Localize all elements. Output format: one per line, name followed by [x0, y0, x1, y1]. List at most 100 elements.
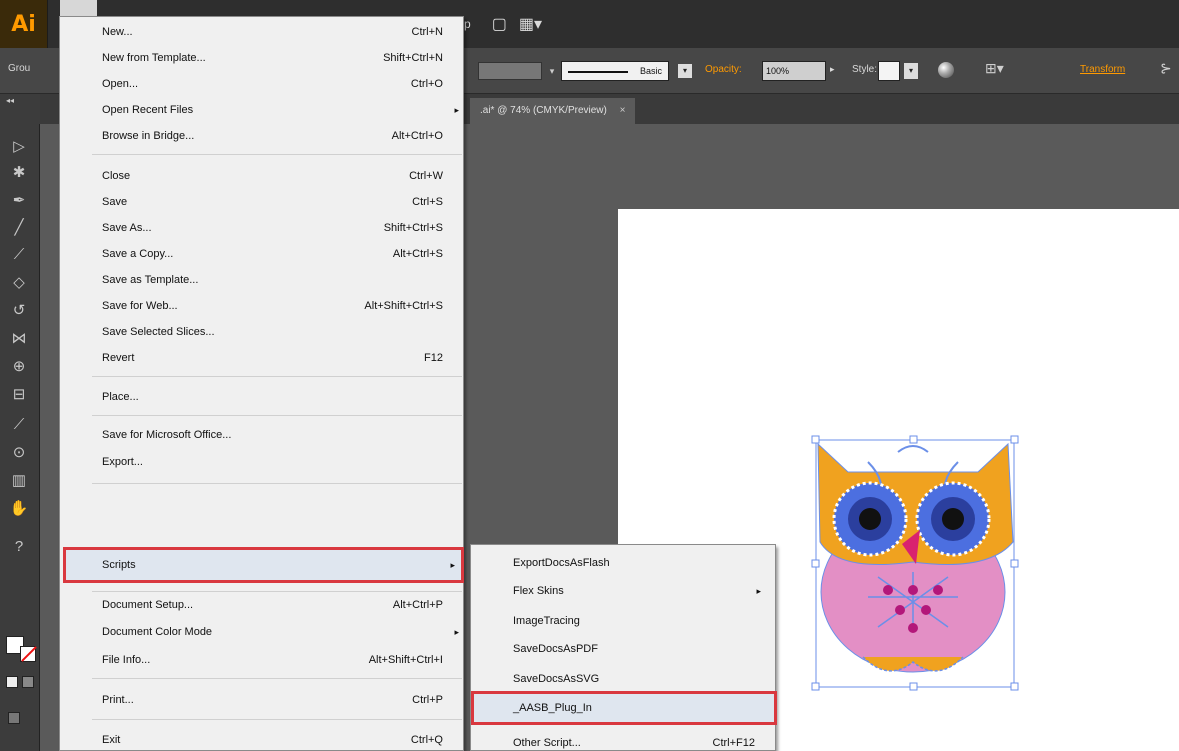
width-tool-icon[interactable]: ⋈ [8, 328, 30, 350]
menu-item-label: Save a Copy... [102, 248, 174, 260]
chevron-down-icon[interactable]: ▾ [904, 63, 918, 79]
align-icon[interactable]: ⊞▾ [985, 60, 1004, 77]
rotate-tool-icon[interactable]: ↺ [8, 300, 30, 322]
chevron-down-icon[interactable]: ▾ [546, 62, 558, 80]
menu-item-open-recent-files[interactable]: Open Recent Files ▸ [60, 98, 463, 122]
menu-item-label: Flex Skins [513, 585, 564, 597]
menu-item-label: SaveDocsAsSVG [513, 673, 600, 685]
scripts-submenu: ExportDocsAsFlash Flex Skins ▸ ImageTrac… [470, 544, 777, 751]
symbol-sprayer-tool-icon[interactable]: ⊙ [8, 442, 30, 464]
menu-item-shortcut: Shift+Ctrl+N [383, 52, 443, 64]
menu-item-label: Open... [102, 78, 139, 90]
opacity-field[interactable]: 100% [762, 61, 826, 81]
shape-builder-tool-icon[interactable]: ⊕ [8, 356, 30, 378]
menu-item-save[interactable]: Save Ctrl+S [60, 190, 463, 214]
hand-tool-icon[interactable]: ✋ [8, 498, 30, 520]
menu-item-save-as[interactable]: Save As... Shift+Ctrl+S [60, 216, 463, 240]
menu-item-shortcut: Alt+Ctrl+O [391, 130, 443, 142]
collapse-icon[interactable]: ◂◂ [6, 96, 14, 105]
menu-item-label: New from Template... [102, 52, 206, 64]
menu-item-print[interactable]: Print... Ctrl+P [60, 688, 463, 712]
selection-tool-icon[interactable]: ▷ [8, 136, 30, 158]
menu-separator [92, 483, 462, 484]
style-label: Style: [852, 64, 878, 75]
menu-item-label: New... [102, 26, 133, 38]
menu-item-save-a-copy[interactable]: Save a Copy... Alt+Ctrl+S [60, 242, 463, 266]
menu-item-revert[interactable]: Revert F12 [60, 346, 463, 370]
eyedropper-tool-icon[interactable]: ⟋ [8, 414, 30, 436]
menu-item-label: Document Setup... [102, 599, 194, 611]
document-tab[interactable]: .ai* @ 74% (CMYK/Preview) × [470, 98, 636, 124]
menu-item-place[interactable]: Place... [60, 385, 463, 409]
help-icon[interactable]: ? [8, 536, 30, 558]
magic-wand-tool-icon[interactable]: ✱ [8, 162, 30, 184]
menu-separator [92, 719, 462, 720]
submenu-arrow-icon: ▸ [450, 560, 455, 570]
script-save-docs-as-svg[interactable]: SaveDocsAsSVG [471, 665, 775, 693]
brush-name: Basic [639, 66, 662, 76]
document-title: .ai* @ 74% (CMYK/Preview) [480, 105, 607, 116]
script-other-script[interactable]: Other Script... Ctrl+F12 [471, 729, 775, 751]
menu-item-file-info[interactable]: File Info... Alt+Shift+Ctrl+I [60, 648, 463, 672]
default-fill-stroke-icon[interactable] [6, 676, 18, 688]
workspace-switcher-icon[interactable]: ▦▾ [519, 14, 542, 34]
menu-item-label: Open Recent Files [102, 104, 194, 116]
menu-item-label: Close [102, 170, 131, 182]
menu-item-save-as-template[interactable]: Save as Template... [60, 268, 463, 292]
menu-item-shortcut: Alt+Shift+Ctrl+I [368, 654, 443, 666]
menu-item-close[interactable]: Close Ctrl+W [60, 164, 463, 188]
menu-item-save-for-web[interactable]: Save for Web... Alt+Shift+Ctrl+S [60, 294, 463, 318]
paintbrush-tool-icon[interactable]: ⟋ [8, 244, 30, 266]
owl-artwork[interactable] [808, 432, 1022, 694]
menu-item-label: ImageTracing [513, 615, 580, 627]
eraser-tool-icon[interactable]: ◇ [8, 272, 30, 294]
script-save-docs-as-pdf[interactable]: SaveDocsAsPDF [471, 635, 775, 663]
script-flex-skins[interactable]: Flex Skins ▸ [471, 577, 775, 605]
menu-item-label: ExportDocsAsFlash [513, 557, 610, 569]
graphic-style-swatch[interactable] [878, 61, 900, 81]
menu-item-browse-in-bridge[interactable]: Browse in Bridge... Alt+Ctrl+O [60, 124, 463, 148]
script-export-docs-as-flash[interactable]: ExportDocsAsFlash [471, 549, 775, 577]
script-aasb-plug-in[interactable]: _AASB_Plug_In [471, 694, 775, 722]
more-options-icon[interactable]: ⊱ [1160, 60, 1172, 77]
stroke-swatch[interactable] [20, 646, 36, 662]
menu-item-label: Place... [102, 391, 139, 403]
menu-item-shortcut: Ctrl+W [409, 170, 443, 182]
menu-item-new[interactable]: New... Ctrl+N [60, 20, 463, 44]
menu-item-label: Exit [102, 734, 121, 746]
menu-item-scripts[interactable]: Scripts ▸ [60, 553, 463, 577]
menu-separator [92, 678, 462, 679]
close-icon[interactable]: × [620, 105, 626, 116]
menu-item-save-for-microsoft-office[interactable]: Save for Microsoft Office... [60, 423, 463, 447]
recolor-artwork-icon[interactable] [938, 62, 954, 78]
menu-item-label: Save [102, 196, 128, 208]
stroke-preview [568, 71, 628, 73]
chevron-down-icon[interactable]: ▾ [678, 64, 692, 78]
menu-item-save-selected-slices[interactable]: Save Selected Slices... [60, 320, 463, 344]
menu-item-shortcut: Ctrl+N [411, 26, 443, 38]
menu-item-label: Other Script... [513, 737, 581, 749]
menu-item-shortcut: Alt+Ctrl+P [392, 599, 443, 611]
menu-item-open[interactable]: Open... Ctrl+O [60, 72, 463, 96]
chevron-right-icon[interactable]: ▸ [830, 64, 835, 75]
menu-item-document-setup[interactable]: Document Setup... Alt+Ctrl+P [60, 593, 463, 617]
menu-item-label: Save As... [102, 222, 152, 234]
pen-tool-icon[interactable]: ✒ [8, 190, 30, 212]
line-tool-icon[interactable]: ╱ [8, 217, 30, 239]
arrange-documents-icon[interactable]: ▢ [492, 14, 507, 34]
swap-fill-stroke-icon[interactable] [22, 676, 34, 688]
perspective-grid-tool-icon[interactable]: ⊟ [8, 384, 30, 406]
transform-link[interactable]: Transform [1080, 64, 1125, 75]
opacity-label[interactable]: Opacity: [705, 64, 742, 75]
menu-item-new-from-template[interactable]: New from Template... Shift+Ctrl+N [60, 46, 463, 70]
menu-item-label: Document Color Mode [102, 626, 213, 638]
menu-item-document-color-mode[interactable]: Document Color Mode ▸ [60, 620, 463, 644]
menu-item-label: Scripts [102, 559, 136, 571]
script-image-tracing[interactable]: ImageTracing [471, 607, 775, 635]
draw-mode-icon[interactable] [8, 712, 20, 724]
column-graph-tool-icon[interactable]: ▥ [8, 470, 30, 492]
stroke-weight-field[interactable] [478, 62, 542, 80]
brush-definition-dropdown[interactable]: Basic [561, 61, 669, 81]
menu-item-export[interactable]: Export... [60, 450, 463, 474]
menu-item-exit[interactable]: Exit Ctrl+Q [60, 728, 463, 751]
